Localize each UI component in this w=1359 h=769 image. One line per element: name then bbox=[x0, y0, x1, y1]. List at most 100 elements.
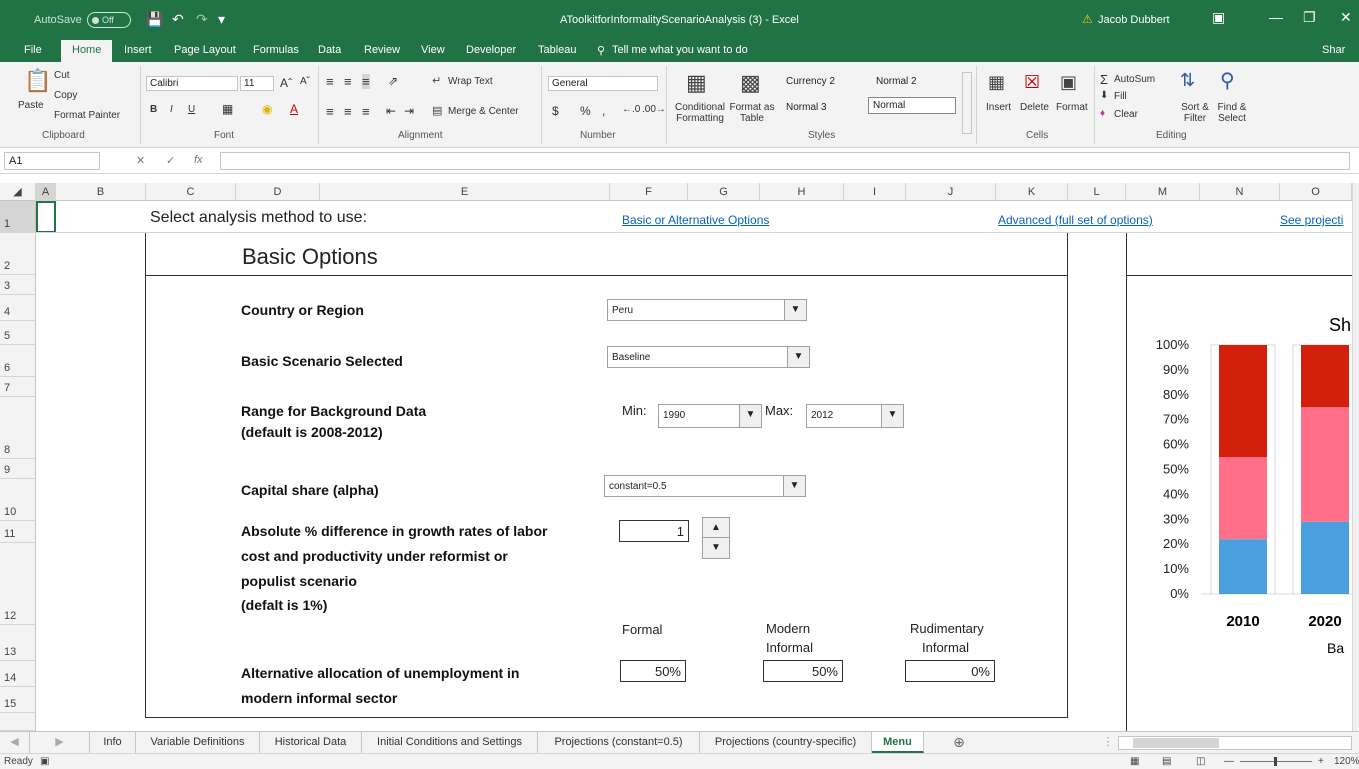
autosave-toggle[interactable]: Off bbox=[87, 12, 131, 28]
sheet-tab-historical-data[interactable]: Historical Data bbox=[260, 732, 362, 753]
row-header-4[interactable]: 4 bbox=[0, 295, 36, 321]
styles-scroll[interactable] bbox=[962, 72, 972, 134]
column-header-f[interactable]: F bbox=[610, 183, 688, 201]
cancel-entry-icon[interactable]: ✕ bbox=[136, 154, 145, 167]
row-header-5[interactable]: 5 bbox=[0, 321, 36, 345]
row-header-11[interactable]: 11 bbox=[0, 521, 36, 543]
copy-button[interactable]: Copy bbox=[54, 90, 77, 101]
min-year-dropdown[interactable]: 1990 ▼ bbox=[658, 404, 762, 428]
column-header-n[interactable]: N bbox=[1200, 183, 1280, 201]
zoom-level[interactable]: 120% bbox=[1334, 756, 1359, 767]
currency-icon[interactable]: $ bbox=[552, 104, 559, 118]
row-header-8[interactable]: 8 bbox=[0, 397, 36, 459]
alloc-modern-input[interactable]: 50% bbox=[763, 660, 843, 682]
row-header-6[interactable]: 6 bbox=[0, 345, 36, 377]
tab-split-handle[interactable]: ⋮ bbox=[1098, 732, 1118, 753]
sheet-tab-projections-constant[interactable]: Projections (constant=0.5) bbox=[538, 732, 700, 753]
bar-segment-2010-series-1[interactable] bbox=[1219, 539, 1267, 594]
column-header-o[interactable]: O bbox=[1280, 183, 1352, 201]
italic-icon[interactable]: I bbox=[170, 104, 173, 115]
align-bottom-icon[interactable]: ≡ bbox=[362, 74, 370, 89]
column-header-h[interactable]: H bbox=[760, 183, 844, 201]
macro-record-icon[interactable]: ▣ bbox=[40, 756, 49, 767]
name-box[interactable]: A1 bbox=[4, 152, 100, 170]
row-header-9[interactable]: 9 bbox=[0, 459, 36, 479]
paste-icon[interactable]: 📋 bbox=[24, 68, 51, 94]
bar-segment-2020-series-2[interactable] bbox=[1301, 407, 1349, 522]
grow-font-icon[interactable]: Aˆ bbox=[280, 76, 292, 90]
row-header-12[interactable]: 12 bbox=[0, 543, 36, 625]
fill-button[interactable]: Fill bbox=[1114, 91, 1127, 102]
scenario-chevron-down-icon[interactable]: ▼ bbox=[787, 347, 809, 367]
insert-function-icon[interactable]: fx bbox=[194, 154, 203, 166]
shrink-font-icon[interactable]: Aˇ bbox=[300, 76, 310, 87]
capital-share-dropdown[interactable]: constant=0.5 ▼ bbox=[604, 475, 806, 497]
format-button[interactable]: Format bbox=[1056, 102, 1088, 113]
tab-page-layout[interactable]: Page Layout bbox=[174, 44, 236, 56]
capital-share-chevron-down-icon[interactable]: ▼ bbox=[783, 476, 805, 496]
bold-icon[interactable]: B bbox=[150, 104, 157, 115]
row-header-2[interactable]: 2 bbox=[0, 233, 36, 275]
style-normal[interactable]: Normal bbox=[868, 97, 956, 114]
bar-segment-2020-series-1[interactable] bbox=[1301, 521, 1349, 594]
align-left-icon[interactable]: ≡ bbox=[326, 104, 334, 119]
underline-icon[interactable]: U bbox=[188, 104, 195, 115]
spin-down-icon[interactable]: ▼ bbox=[703, 538, 729, 558]
format-painter-button[interactable]: Format Painter bbox=[54, 110, 120, 121]
horizontal-scroll-thumb[interactable] bbox=[1133, 738, 1219, 748]
insert-button[interactable]: Insert bbox=[986, 102, 1011, 113]
formula-input[interactable] bbox=[220, 152, 1350, 170]
column-header-b[interactable]: B bbox=[56, 183, 146, 201]
fill-color-icon[interactable]: ◉ bbox=[262, 102, 272, 116]
scenario-dropdown[interactable]: Baseline ▼ bbox=[607, 346, 810, 368]
column-header-g[interactable]: G bbox=[688, 183, 760, 201]
confirm-entry-icon[interactable]: ✓ bbox=[166, 154, 175, 167]
bar-segment-2010-series-3[interactable] bbox=[1219, 345, 1267, 458]
user-name[interactable]: Jacob Dubbert bbox=[1098, 14, 1170, 26]
prev-sheet-icon[interactable]: ◀ bbox=[0, 732, 30, 753]
tab-review[interactable]: Review bbox=[364, 44, 400, 56]
decrease-indent-icon[interactable]: ⇤ bbox=[386, 104, 396, 118]
sheet-tab-info[interactable]: Info bbox=[90, 732, 136, 753]
tab-tableau[interactable]: Tableau bbox=[538, 44, 577, 56]
row-header-15[interactable]: 15 bbox=[0, 687, 36, 713]
increase-decimal-icon[interactable]: ←.0 bbox=[622, 104, 640, 115]
comma-icon[interactable]: , bbox=[602, 104, 605, 118]
number-format-select[interactable]: General bbox=[548, 76, 658, 91]
align-middle-icon[interactable]: ≡ bbox=[344, 74, 352, 89]
row-header-13[interactable]: 13 bbox=[0, 625, 36, 661]
select-all-corner[interactable]: ◢ bbox=[0, 183, 36, 201]
max-year-chevron-down-icon[interactable]: ▼ bbox=[881, 405, 903, 427]
spin-up-icon[interactable]: ▲ bbox=[703, 518, 729, 538]
tab-developer[interactable]: Developer bbox=[466, 44, 516, 56]
alloc-formal-input[interactable]: 50% bbox=[620, 660, 686, 682]
ribbon-display-icon[interactable]: ▣ bbox=[1212, 9, 1225, 26]
vertical-scrollbar[interactable] bbox=[1352, 183, 1359, 731]
find-select-button[interactable]: Find & Select bbox=[1212, 102, 1252, 124]
restore-icon[interactable]: ❐ bbox=[1303, 9, 1316, 26]
merge-center-button[interactable]: Merge & Center bbox=[448, 106, 519, 117]
page-layout-view-icon[interactable]: ▤ bbox=[1162, 756, 1171, 767]
active-cell-a1[interactable] bbox=[36, 201, 56, 233]
save-icon[interactable]: 💾 bbox=[146, 11, 163, 28]
tab-view[interactable]: View bbox=[421, 44, 445, 56]
style-currency-2[interactable]: Currency 2 bbox=[782, 74, 839, 89]
percent-icon[interactable]: % bbox=[580, 104, 591, 118]
font-size-select[interactable]: 11 bbox=[240, 76, 274, 91]
paste-button[interactable]: Paste bbox=[18, 100, 44, 111]
delete-button[interactable]: Delete bbox=[1020, 102, 1049, 113]
min-year-chevron-down-icon[interactable]: ▼ bbox=[739, 405, 761, 427]
sheet-tab-menu[interactable]: Menu bbox=[872, 732, 924, 753]
row-header-14[interactable]: 14 bbox=[0, 661, 36, 687]
tell-me-box[interactable]: Tell me what you want to do bbox=[612, 44, 748, 56]
decrease-decimal-icon[interactable]: .00→ bbox=[642, 104, 666, 115]
format-as-table-button[interactable]: Format as Table bbox=[728, 102, 776, 124]
bar-segment-2020-series-3[interactable] bbox=[1301, 345, 1349, 408]
style-normal-3[interactable]: Normal 3 bbox=[782, 100, 831, 115]
column-header-d[interactable]: D bbox=[236, 183, 320, 201]
font-color-icon[interactable]: A bbox=[290, 102, 298, 116]
wrap-text-button[interactable]: Wrap Text bbox=[448, 76, 493, 87]
see-projections-link[interactable]: See projecti bbox=[1280, 213, 1343, 227]
align-top-icon[interactable]: ≡ bbox=[326, 74, 334, 89]
tab-file[interactable]: File bbox=[24, 44, 42, 56]
